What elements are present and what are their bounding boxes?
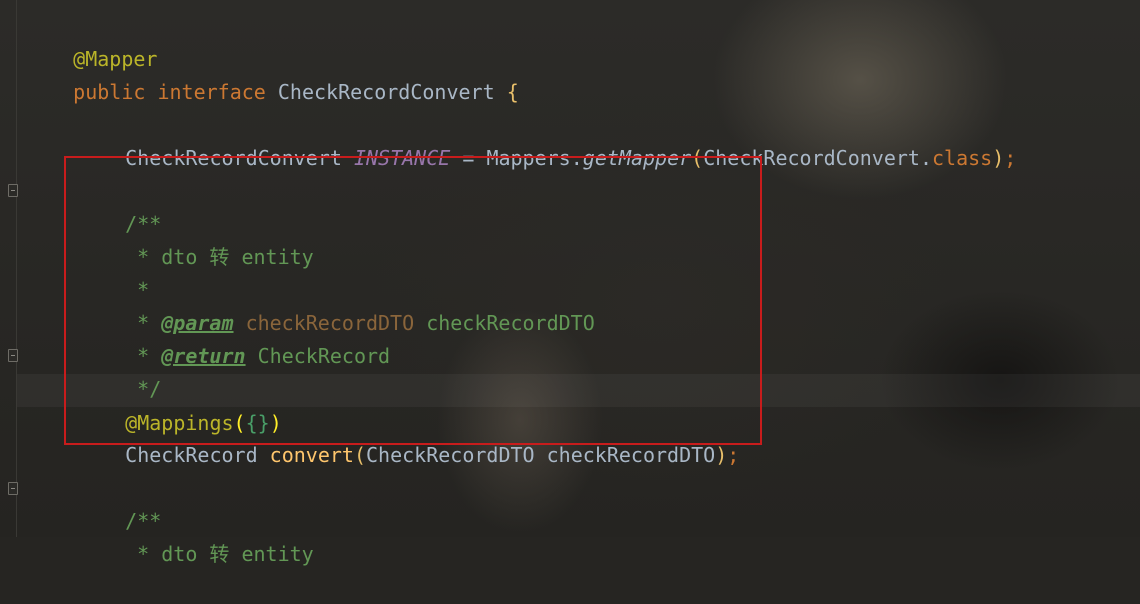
code-line-4: CheckRecordConvert INSTANCE = Mappers.ge… xyxy=(77,109,1016,170)
code-line-1: @Mapper xyxy=(25,10,157,71)
code-line-2: public interface CheckRecordConvert { xyxy=(25,43,519,104)
keyword-class: class xyxy=(932,146,993,170)
paren: ) xyxy=(715,443,728,467)
open-brace: { xyxy=(506,80,519,104)
dot: . xyxy=(919,146,932,170)
method-name: convert xyxy=(269,443,354,467)
keyword-interface: interface xyxy=(157,80,266,104)
keyword-public: public xyxy=(73,80,146,104)
parameter-name: checkRecordDTO xyxy=(546,443,716,467)
fold-toggle-icon[interactable] xyxy=(8,349,18,362)
javadoc-open: /** xyxy=(125,509,162,533)
return-type: CheckRecord xyxy=(125,443,258,467)
semicolon: ; xyxy=(1004,146,1017,170)
interface-name: CheckRecordConvert xyxy=(277,80,495,104)
paren: ) xyxy=(992,146,1005,170)
parameter-type: CheckRecordDTO xyxy=(366,443,535,467)
semicolon: ; xyxy=(727,443,740,467)
fold-toggle-icon[interactable] xyxy=(8,482,18,495)
javadoc-line: * dto 转 entity xyxy=(137,542,314,566)
paren: ( xyxy=(353,443,367,467)
highlight-box xyxy=(64,156,762,445)
fold-toggle-icon[interactable] xyxy=(8,184,18,197)
editor-gutter xyxy=(0,0,18,537)
